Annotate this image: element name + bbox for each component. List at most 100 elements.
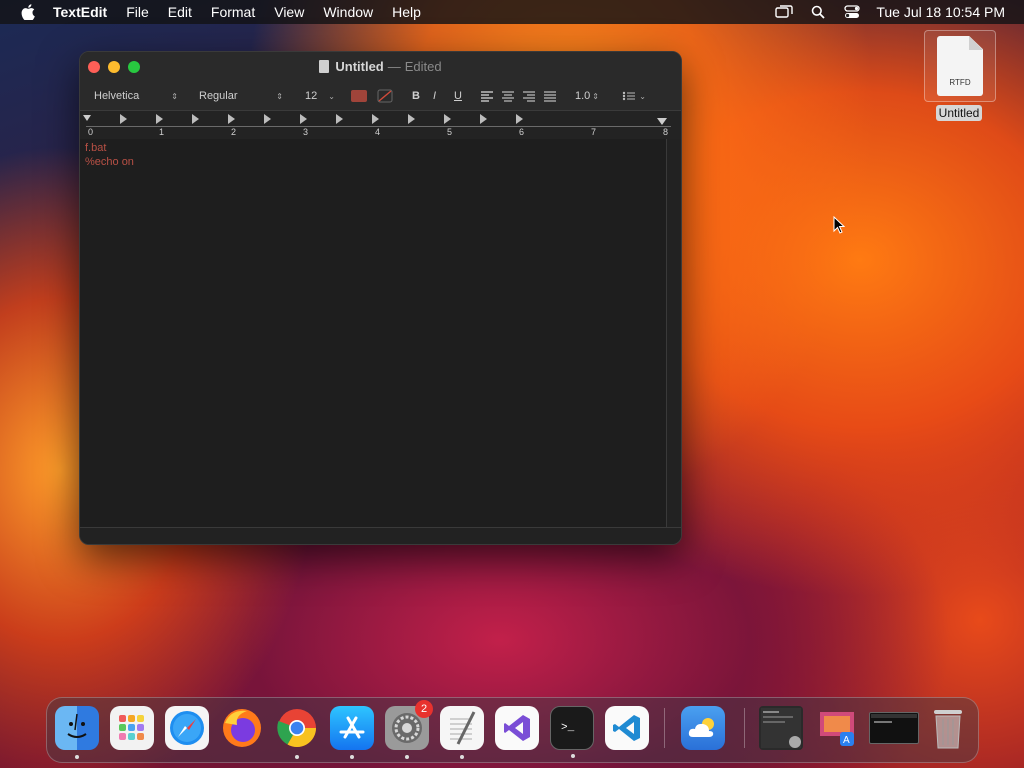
tab-stop-marker[interactable] <box>408 114 415 124</box>
bold-button[interactable]: B <box>412 88 420 104</box>
menu-edit[interactable]: Edit <box>168 4 192 20</box>
align-center-icon <box>502 91 514 102</box>
running-indicator <box>405 755 409 759</box>
svg-text:>_: >_ <box>561 722 575 734</box>
tab-stop-marker[interactable] <box>228 114 235 124</box>
align-center-button[interactable] <box>501 88 515 104</box>
underline-button[interactable]: U <box>454 88 462 104</box>
window-title-text: Untitled <box>335 59 384 74</box>
running-indicator <box>350 755 354 759</box>
menu-bar: TextEdit File Edit Format View Window He… <box>0 0 1024 24</box>
text-editor-area[interactable]: f.bat %echo on <box>80 139 666 527</box>
font-family-select[interactable]: Helvetica ⇕ <box>88 88 184 104</box>
right-margin-marker[interactable] <box>657 118 667 125</box>
safari-icon[interactable] <box>165 706 209 750</box>
justify-button[interactable] <box>543 88 557 104</box>
text-color-well[interactable] <box>351 88 367 104</box>
firefox-icon[interactable] <box>220 706 264 750</box>
tab-stop-marker[interactable] <box>336 114 343 124</box>
ruler-number: 6 <box>519 127 525 137</box>
dock-separator <box>744 708 745 748</box>
applications-stack-icon[interactable]: A <box>814 706 858 750</box>
tab-stop-marker[interactable] <box>120 114 127 124</box>
downloads-stack-icon[interactable] <box>759 706 803 750</box>
apple-menu-icon[interactable] <box>17 4 39 20</box>
tab-stop-marker[interactable] <box>156 114 163 124</box>
font-style-select[interactable]: Regular ⇕ <box>193 88 289 104</box>
align-left-button[interactable] <box>480 88 494 104</box>
line-spacing-select[interactable]: 1.0 ⇕ <box>569 88 605 104</box>
running-indicator <box>75 755 79 759</box>
font-size-select[interactable]: 12 ⌄ <box>299 88 341 104</box>
running-indicator <box>571 754 575 758</box>
ruler-number: 4 <box>375 127 381 137</box>
background-color-well[interactable] <box>377 88 393 104</box>
ruler[interactable]: 0 1 2 3 4 5 6 7 8 <box>80 110 681 140</box>
text-line[interactable]: %echo on <box>80 155 666 169</box>
menubar-clock[interactable]: Tue Jul 18 10:54 PM <box>876 4 1005 20</box>
window-edited-status: Edited <box>404 59 442 74</box>
text-color-swatch <box>351 90 367 102</box>
menu-format[interactable]: Format <box>211 4 255 20</box>
tab-stop-marker[interactable] <box>372 114 379 124</box>
dock: 2 >_ A <box>46 697 979 763</box>
horizontal-scrollbar[interactable] <box>80 527 681 544</box>
chevron-down-icon: ⌄ <box>328 91 335 101</box>
tab-stop-marker[interactable] <box>192 114 199 124</box>
textedit-icon[interactable] <box>440 706 484 759</box>
ruler-number: 1 <box>159 127 165 137</box>
ruler-number: 3 <box>303 127 309 137</box>
window-title: Untitled — Edited <box>80 59 681 74</box>
menu-app-name[interactable]: TextEdit <box>53 4 107 20</box>
first-line-indent-marker[interactable] <box>83 115 91 121</box>
terminal-icon[interactable]: >_ <box>550 706 594 758</box>
ruler-number: 5 <box>447 127 453 137</box>
justify-icon <box>544 91 556 102</box>
dock-separator <box>664 708 665 748</box>
vscode-icon[interactable] <box>605 706 649 750</box>
menu-help[interactable]: Help <box>392 4 421 20</box>
tab-stop-marker[interactable] <box>264 114 271 124</box>
vertical-scrollbar[interactable] <box>666 139 681 527</box>
trash-icon[interactable] <box>926 706 970 750</box>
window-minimized-icon[interactable] <box>869 712 919 744</box>
visual-studio-icon[interactable] <box>495 706 539 750</box>
launchpad-icon[interactable] <box>110 706 154 750</box>
chrome-icon[interactable] <box>275 706 319 759</box>
weather-icon[interactable] <box>681 706 725 750</box>
stepper-arrows-icon: ⇕ <box>171 91 178 101</box>
align-right-button[interactable] <box>522 88 536 104</box>
list-style-select[interactable]: ⌄ <box>616 88 652 104</box>
app-store-icon[interactable] <box>330 706 374 759</box>
menu-window[interactable]: Window <box>323 4 373 20</box>
tab-stop-marker[interactable] <box>516 114 523 124</box>
font-size-value: 12 <box>305 90 318 102</box>
svg-text:A: A <box>843 735 850 746</box>
italic-button[interactable]: I <box>433 88 436 104</box>
menu-file[interactable]: File <box>126 4 149 20</box>
control-center-icon[interactable] <box>842 4 862 20</box>
notification-badge: 2 <box>415 700 433 718</box>
desktop-file-name[interactable]: Untitled <box>935 105 983 121</box>
tab-stop-marker[interactable] <box>444 114 451 124</box>
align-left-icon <box>481 91 493 102</box>
text-line[interactable]: f.bat <box>80 141 666 155</box>
document-proxy-icon[interactable] <box>319 60 330 73</box>
search-icon[interactable] <box>808 4 828 20</box>
font-family-value: Helvetica <box>94 90 140 102</box>
line-spacing-value: 1.0 <box>575 90 591 102</box>
stepper-arrows-icon: ⇕ <box>276 91 283 101</box>
system-settings-icon[interactable]: 2 <box>385 700 433 759</box>
desktop-file-untitled[interactable]: RTFD Untitled <box>924 30 996 122</box>
no-color-icon <box>377 89 393 103</box>
ruler-number: 2 <box>231 127 237 137</box>
rtfd-document-icon[interactable]: RTFD <box>924 30 996 102</box>
finder-icon[interactable] <box>55 706 99 759</box>
screen-mirroring-icon[interactable] <box>774 4 794 20</box>
window-titlebar[interactable]: Untitled — Edited <box>80 52 681 82</box>
menu-view[interactable]: View <box>274 4 304 20</box>
chevron-down-icon: ⌄ <box>639 91 646 101</box>
tab-stop-marker[interactable] <box>480 114 487 124</box>
align-right-icon <box>523 91 535 102</box>
tab-stop-marker[interactable] <box>300 114 307 124</box>
